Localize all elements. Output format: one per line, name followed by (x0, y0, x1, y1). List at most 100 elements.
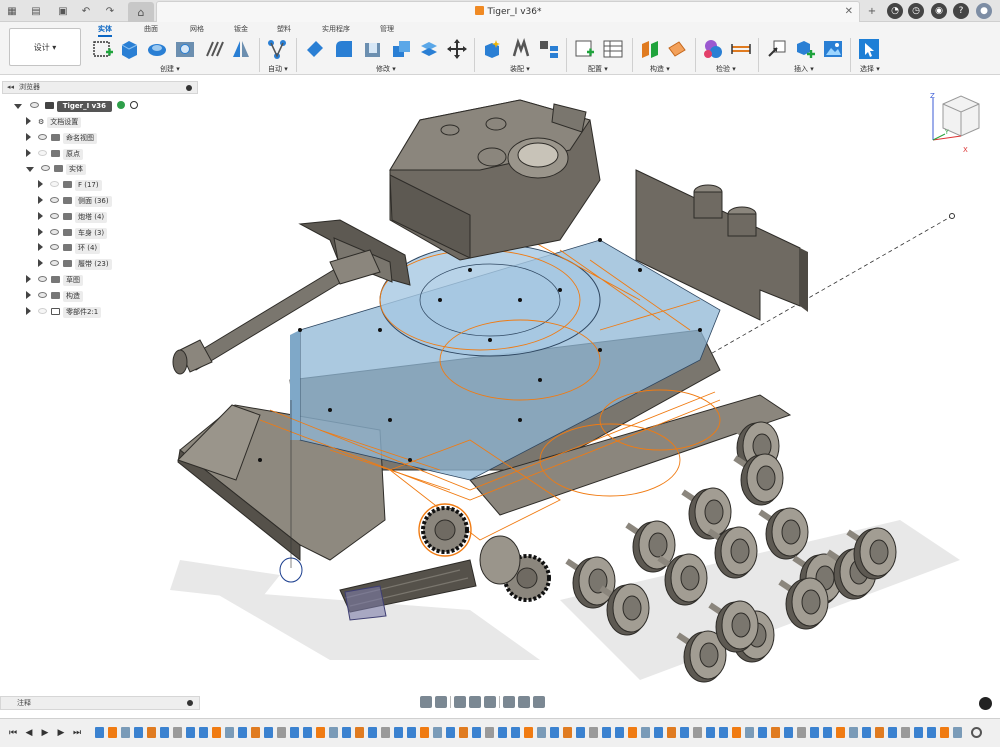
timeline-feature[interactable] (186, 727, 195, 738)
change-parameters-icon[interactable] (574, 38, 596, 60)
timeline-feature[interactable] (706, 727, 715, 738)
mirror-icon[interactable] (230, 38, 252, 60)
timeline-feature[interactable] (485, 727, 494, 738)
group-automate[interactable]: 自动 ▾ (268, 64, 288, 74)
timeline-feature[interactable] (147, 727, 156, 738)
combine-icon[interactable] (390, 38, 412, 60)
timeline-feature[interactable] (459, 727, 468, 738)
timeline-feature[interactable] (745, 727, 754, 738)
timeline-feature[interactable] (420, 727, 429, 738)
timeline-feature[interactable] (251, 727, 260, 738)
timeline-feature[interactable] (732, 727, 741, 738)
road-wheel[interactable] (681, 487, 732, 540)
timeline-feature[interactable] (368, 727, 377, 738)
viewports-icon[interactable] (533, 696, 545, 708)
add-comment-icon[interactable] (187, 700, 193, 706)
timeline-feature[interactable] (797, 727, 806, 738)
timeline-feature[interactable] (810, 727, 819, 738)
timeline-feature[interactable] (264, 727, 273, 738)
timeline-feature[interactable] (888, 727, 897, 738)
timeline-feature[interactable] (407, 727, 416, 738)
timeline-feature[interactable] (511, 727, 520, 738)
line-endpoint[interactable] (949, 213, 955, 219)
comments-panel[interactable]: 注释 (0, 696, 200, 710)
timeline-feature[interactable] (953, 727, 962, 738)
group-construct[interactable]: 构造 ▾ (650, 64, 670, 74)
timeline-feature[interactable] (212, 727, 221, 738)
offset-face-icon[interactable] (418, 38, 440, 60)
view-cube[interactable]: Z X Y (925, 90, 987, 152)
model-viewport[interactable] (0, 75, 1000, 693)
timeline-feature[interactable] (446, 727, 455, 738)
timeline-settings-icon[interactable] (971, 727, 982, 738)
notifications-icon[interactable]: ◉ (931, 3, 947, 19)
tab-manage[interactable]: 管理 (380, 24, 394, 34)
select-icon[interactable] (858, 38, 880, 60)
timeline-feature[interactable] (303, 727, 312, 738)
timeline-feature[interactable] (316, 727, 325, 738)
timeline-feature[interactable] (342, 727, 351, 738)
tab-plastic[interactable]: 塑料 (277, 24, 291, 34)
group-create[interactable]: 创建 ▾ (160, 64, 180, 74)
automate-icon[interactable] (266, 38, 288, 60)
timeline-feature[interactable] (160, 727, 169, 738)
group-select[interactable]: 选择 ▾ (860, 64, 880, 74)
configure-table-icon[interactable] (602, 38, 624, 60)
timeline-feature[interactable] (225, 727, 234, 738)
extrude-icon[interactable] (118, 38, 140, 60)
joint-icon[interactable] (510, 38, 532, 60)
timeline-feature[interactable] (784, 727, 793, 738)
new-component-icon[interactable] (481, 38, 503, 60)
timeline-feature[interactable] (95, 727, 104, 738)
insert-component-icon[interactable] (794, 38, 816, 60)
timeline-feature[interactable] (433, 727, 442, 738)
group-assemble[interactable]: 装配 ▾ (510, 64, 530, 74)
tab-surface[interactable]: 曲面 (144, 24, 158, 34)
timeline-feature[interactable] (381, 727, 390, 738)
zoom-icon[interactable] (469, 696, 481, 708)
timeline-feature[interactable] (394, 727, 403, 738)
timeline-feature[interactable] (550, 727, 559, 738)
create-sketch-icon[interactable] (92, 38, 114, 60)
timeline-feature[interactable] (641, 727, 650, 738)
measure-icon[interactable] (730, 38, 752, 60)
help-icon[interactable]: ? (953, 3, 969, 19)
insert-derive-icon[interactable] (766, 38, 788, 60)
timeline-feature[interactable] (901, 727, 910, 738)
pan-icon[interactable] (454, 696, 466, 708)
home-icon[interactable]: ⌂ (128, 2, 154, 22)
timeline-feature[interactable] (199, 727, 208, 738)
save-icon[interactable]: ▣ (55, 3, 71, 19)
document-tab[interactable]: Tiger_I v36* ✕ (156, 1, 860, 22)
close-tab-icon[interactable]: ✕ (845, 6, 853, 17)
interference-icon[interactable] (702, 38, 724, 60)
user-avatar-icon[interactable]: ● (976, 3, 992, 19)
timeline-feature[interactable] (121, 727, 130, 738)
timeline-feature[interactable] (680, 727, 689, 738)
timeline-feature[interactable] (771, 727, 780, 738)
timeline-feature[interactable] (940, 727, 949, 738)
apps-grid-icon[interactable]: ▦ (4, 3, 20, 19)
timeline-feature[interactable] (173, 727, 182, 738)
timeline-feature[interactable] (238, 727, 247, 738)
group-insert[interactable]: 插入 ▾ (794, 64, 814, 74)
timeline-feature[interactable] (693, 727, 702, 738)
timeline-end-icon[interactable]: ⏭ (72, 728, 82, 738)
tab-sheet-metal[interactable]: 钣金 (234, 24, 248, 34)
as-built-joint-icon[interactable] (538, 38, 560, 60)
timeline-feature[interactable] (927, 727, 936, 738)
tab-mesh[interactable]: 网格 (190, 24, 204, 34)
timeline-feature[interactable] (563, 727, 572, 738)
fillet-icon[interactable] (333, 38, 355, 60)
look-at-icon[interactable] (435, 696, 447, 708)
timeline-feature[interactable] (134, 727, 143, 738)
pattern-icon[interactable] (204, 38, 226, 60)
timeline-feature[interactable] (654, 727, 663, 738)
zoom-window-icon[interactable] (484, 696, 496, 708)
timeline-feature[interactable] (849, 727, 858, 738)
timeline-feature[interactable] (290, 727, 299, 738)
timeline-prev-icon[interactable]: ◀ (24, 728, 34, 738)
timeline-feature[interactable] (914, 727, 923, 738)
timeline-feature[interactable] (589, 727, 598, 738)
group-configure[interactable]: 配置 ▾ (588, 64, 608, 74)
